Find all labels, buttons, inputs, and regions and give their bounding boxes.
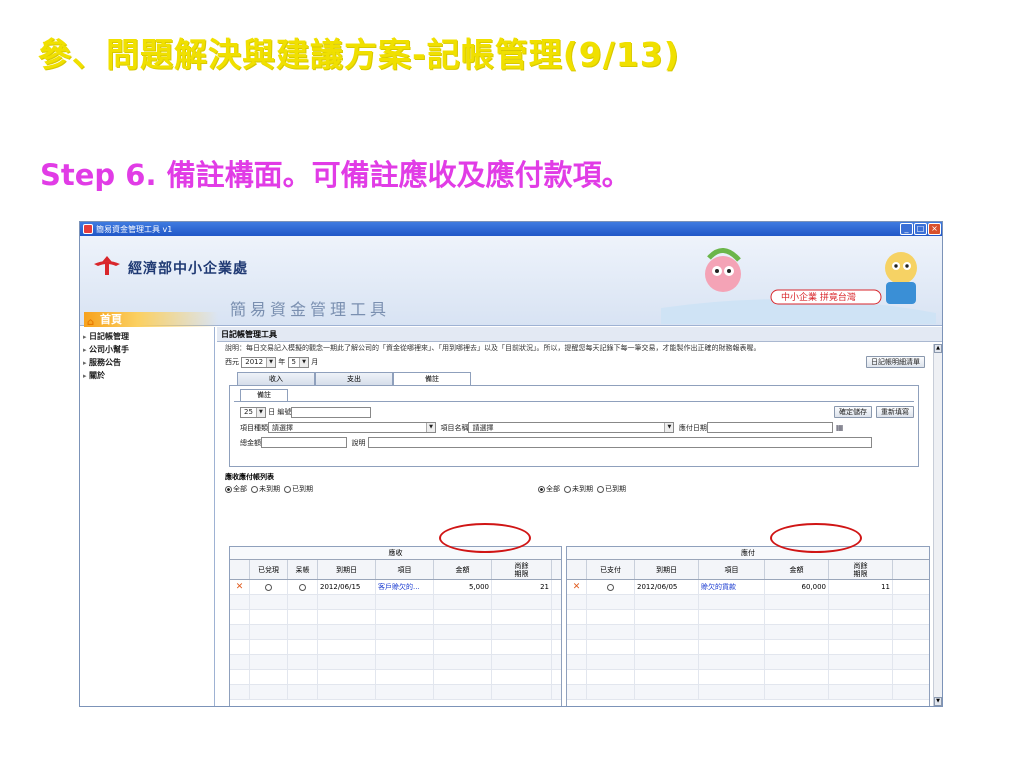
payment-date-input[interactable] bbox=[706, 422, 833, 433]
filter-all[interactable]: 全部 bbox=[225, 484, 247, 494]
col-bad-debt[interactable]: 呆帳 bbox=[288, 560, 318, 579]
slide-title: 參、問題解決與建議方案-記帳管理(9/13) bbox=[38, 35, 680, 74]
moea-logo-icon bbox=[94, 256, 120, 275]
col-days-left[interactable]: 尚餘 期限 bbox=[492, 560, 552, 579]
sidebar: 日記帳管理 公司小幫手 服務公告 關於 bbox=[80, 327, 215, 706]
bad-debt-radio[interactable] bbox=[298, 583, 306, 591]
col-due-date[interactable]: 到期日 bbox=[318, 560, 376, 579]
close-button[interactable]: × bbox=[928, 223, 941, 235]
year-suffix: 年 bbox=[278, 358, 286, 366]
cashed-radio[interactable] bbox=[264, 583, 272, 591]
app-window: 簡易資金管理工具 v1 _ □ × 經濟部中小企業處 簡易資金管理工具 ⌂ 首頁 bbox=[79, 221, 943, 707]
month-select[interactable]: 5 ▼ bbox=[287, 356, 309, 368]
filter-all[interactable]: 全部 bbox=[538, 484, 560, 494]
calendar-icon[interactable]: ▦ bbox=[836, 423, 844, 432]
chevron-down-icon: ▼ bbox=[255, 407, 265, 417]
col-item[interactable]: 項目 bbox=[699, 560, 765, 579]
main-panel: 日記帳管理工具 說明：每日交易記入模擬的觀念一期此了解公司的「資金從哪裡來」、「… bbox=[217, 327, 942, 706]
sidebar-item-helper[interactable]: 公司小幫手 bbox=[80, 343, 214, 356]
journal-content: 說明：每日交易記入模擬的觀念一期此了解公司的「資金從哪裡來」、「用到哪裡去」以及… bbox=[225, 344, 925, 494]
payable-rows: ✕ 2012/06/05 賒欠的貨款 60,000 11 bbox=[567, 580, 929, 700]
item-type-label: 項目種類 bbox=[240, 423, 268, 432]
col-amount[interactable]: 金額 bbox=[434, 560, 492, 579]
vertical-scrollbar[interactable]: ▲ ▼ bbox=[933, 344, 942, 706]
sidebar-item-journal[interactable]: 日記帳管理 bbox=[80, 330, 214, 343]
day-label: 日 bbox=[268, 408, 276, 416]
window-title: 簡易資金管理工具 v1 bbox=[96, 224, 173, 234]
col-days-left[interactable]: 尚餘 期限 bbox=[829, 560, 893, 579]
month-suffix: 月 bbox=[311, 358, 319, 366]
total-input[interactable] bbox=[261, 437, 347, 448]
table-row[interactable]: ✕ 2012/06/15 客戶賒欠的... 5,000 21 bbox=[230, 580, 561, 595]
receivable-rows: ✕ 2012/06/15 客戶賒欠的... 5,000 21 bbox=[230, 580, 561, 700]
chevron-down-icon: ▼ bbox=[266, 357, 276, 367]
filter-not-due[interactable]: 未到期 bbox=[251, 484, 280, 494]
chevron-down-icon: ▼ bbox=[426, 423, 435, 432]
item-name-select[interactable]: 請選擇 ▼ bbox=[468, 422, 675, 433]
payable-filters: 全部 未到期 已到期 bbox=[538, 484, 626, 494]
app-icon bbox=[83, 224, 93, 234]
col-paid[interactable]: 已支付 bbox=[587, 560, 635, 579]
sidebar-item-announcements[interactable]: 服務公告 bbox=[80, 356, 214, 369]
col-amount[interactable]: 金額 bbox=[765, 560, 829, 579]
journal-detail-button[interactable]: 日記帳明細清單 bbox=[866, 356, 925, 368]
tab-income[interactable]: 收入 bbox=[237, 372, 315, 385]
payable-caption: 應付 bbox=[567, 547, 929, 560]
note-input[interactable] bbox=[367, 437, 872, 448]
minimize-button[interactable]: _ bbox=[900, 223, 913, 235]
year-select[interactable]: 2012 ▼ bbox=[241, 356, 277, 368]
filter-due[interactable]: 已到期 bbox=[284, 484, 313, 494]
chevron-down-icon: ▼ bbox=[664, 423, 674, 432]
description-text: 說明：每日交易記入模擬的觀念一期此了解公司的「資金從哪裡來」、「用到哪裡去」以及… bbox=[225, 344, 761, 352]
window-titlebar[interactable]: 簡易資金管理工具 v1 _ □ × bbox=[80, 222, 942, 236]
number-input[interactable] bbox=[291, 406, 372, 418]
payment-date-label: 應付日期 bbox=[678, 423, 707, 432]
total-label: 總金額 bbox=[240, 438, 261, 447]
col-due-date[interactable]: 到期日 bbox=[635, 560, 699, 579]
item-type-select[interactable]: 請選擇 ▼ bbox=[268, 422, 436, 433]
main-tabs: 收入 支出 備註 bbox=[237, 372, 925, 385]
slogan-text: 中小企業 拼竟台灣 bbox=[781, 291, 856, 303]
maximize-button[interactable]: □ bbox=[914, 223, 927, 235]
inner-tab-notes[interactable]: 備註 bbox=[240, 389, 288, 401]
main-header: 日記帳管理工具 bbox=[217, 327, 942, 342]
tab-notes[interactable]: 備註 bbox=[393, 372, 471, 385]
slide-subtitle: Step 6. 備註構面。可備註應收及應付款項。 bbox=[40, 158, 631, 192]
tab-expense[interactable]: 支出 bbox=[315, 372, 393, 385]
sidebar-item-about[interactable]: 關於 bbox=[80, 369, 214, 382]
delete-icon[interactable]: ✕ bbox=[573, 582, 581, 592]
filter-not-due[interactable]: 未到期 bbox=[564, 484, 593, 494]
scroll-down-icon[interactable]: ▼ bbox=[934, 697, 942, 706]
reset-button[interactable]: 重新填寫 bbox=[876, 406, 914, 418]
highlight-circle-payable bbox=[770, 523, 862, 553]
table-row[interactable]: ✕ 2012/06/05 賒欠的貨款 60,000 11 bbox=[567, 580, 929, 595]
home-button[interactable]: ⌂ 首頁 bbox=[84, 312, 218, 328]
delete-icon[interactable]: ✕ bbox=[236, 582, 244, 592]
org-name: 經濟部中小企業處 bbox=[128, 261, 248, 277]
home-label: 首頁 bbox=[100, 313, 122, 326]
col-cashed[interactable]: 已兌現 bbox=[250, 560, 288, 579]
app-banner: 經濟部中小企業處 簡易資金管理工具 ⌂ 首頁 中小企業 拼竟台灣 bbox=[80, 236, 942, 328]
day-select[interactable]: 25 ▼ bbox=[240, 406, 266, 418]
receivable-table: 應收 已兌現 呆帳 到期日 項目 金額 尚餘 期限 ✕ 2012/06/15 客… bbox=[229, 546, 562, 706]
highlight-circle-receivable bbox=[439, 523, 531, 553]
notes-panel: 備註 25 ▼ 日 編號 確定儲存 重新填寫 項目種類 請選擇 ▼ 項目名稱 請選擇… bbox=[229, 385, 919, 467]
save-button[interactable]: 確定儲存 bbox=[834, 406, 872, 418]
mascot-illustration: 中小企業 拼竟台灣 bbox=[661, 248, 936, 324]
payable-table: 應付 已支付 到期日 項目 金額 尚餘 期限 ✕ 2012/06/05 賒欠的貨… bbox=[566, 546, 930, 706]
tool-name: 簡易資金管理工具 bbox=[230, 300, 391, 319]
year-prefix: 西元 bbox=[225, 358, 239, 366]
col-item[interactable]: 項目 bbox=[376, 560, 434, 579]
filter-due[interactable]: 已到期 bbox=[597, 484, 626, 494]
receivable-filters: 全部 未到期 已到期 bbox=[225, 484, 313, 494]
note-label: 說明 bbox=[351, 438, 366, 447]
list-title: 應收應付帳列表 bbox=[225, 473, 274, 481]
chevron-down-icon: ▼ bbox=[299, 357, 308, 367]
number-label: 編號 bbox=[277, 408, 292, 416]
scroll-up-icon[interactable]: ▲ bbox=[934, 344, 942, 353]
paid-radio[interactable] bbox=[606, 583, 614, 591]
item-name-label: 項目名稱 bbox=[440, 423, 469, 432]
